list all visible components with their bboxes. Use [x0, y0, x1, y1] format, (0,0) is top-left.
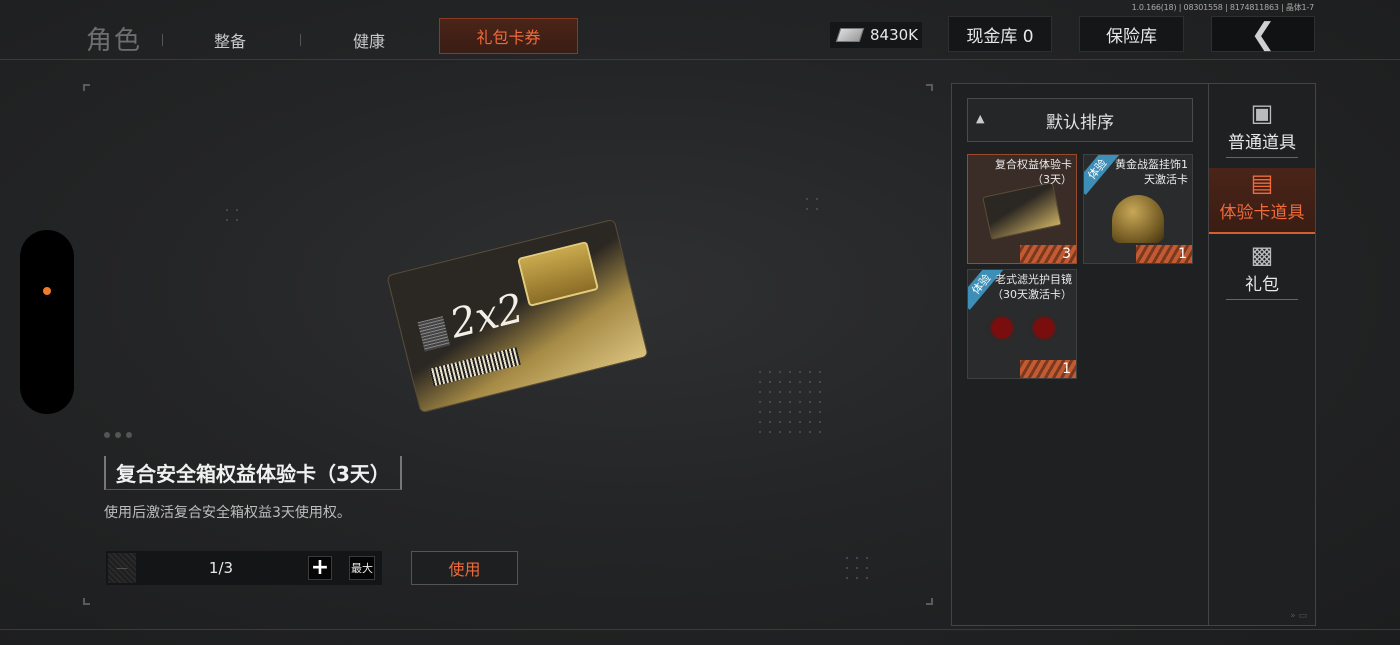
frame-corner — [83, 84, 90, 91]
side-slider[interactable] — [20, 230, 74, 414]
slider-indicator — [43, 287, 51, 295]
card-barcode — [429, 347, 521, 387]
inventory-item[interactable]: 体验 黄金战盔挂饰1 天激活卡 1 — [1083, 154, 1193, 264]
decor-dots — [802, 194, 824, 216]
use-button[interactable]: 使用 — [411, 551, 518, 585]
max-button[interactable]: 最大 — [349, 556, 375, 580]
item-description: 使用后激活复合安全箱权益3天使用权。 — [104, 505, 351, 521]
frame-corner — [926, 84, 933, 91]
item-name: 复合权益体验卡 （3天） — [995, 158, 1072, 186]
item-title: 复合安全箱权益体验卡（3天） — [104, 456, 402, 490]
card-icon: ▤ — [1250, 169, 1274, 197]
caret-up-icon: ▲ — [976, 112, 985, 125]
bottom-divider — [0, 629, 1400, 630]
gift-icon: ▩ — [1250, 241, 1274, 269]
tab-equipment[interactable]: 整备 — [214, 28, 246, 52]
card-qr — [417, 316, 451, 352]
tab-separator — [162, 34, 163, 46]
card-box-art — [517, 240, 600, 307]
item-count: 1 — [1020, 360, 1076, 378]
cash-vault-button[interactable]: 现金库 0 — [948, 16, 1052, 52]
category-label: 体验卡道具 — [1219, 203, 1305, 223]
currency-display: 8430K — [830, 22, 922, 48]
category-label: 礼包 — [1245, 275, 1279, 295]
item-thumbnail — [982, 181, 1062, 241]
frame-corner — [926, 598, 933, 605]
cash-icon — [835, 28, 865, 42]
item-name: 黄金战盔挂饰1 天激活卡 — [1115, 158, 1188, 186]
inventory-item[interactable]: 体验 老式滤光护目镜 （30天激活卡） 1 — [967, 269, 1077, 379]
minus-button[interactable]: — — [108, 553, 136, 583]
top-bar: 角色 整备 健康 礼包卡券 8430K 现金库 0 保险库 ❮ — [0, 10, 1400, 60]
tab-separator — [300, 34, 301, 46]
scroll-hint-icon: » ▭ — [1290, 611, 1307, 621]
category-trial-card-items[interactable]: ▤ 体验卡道具 — [1209, 168, 1315, 234]
tab-health[interactable]: 健康 — [353, 28, 385, 52]
quantity-value: 1/3 — [208, 559, 234, 577]
decor-dots — [755, 367, 825, 437]
sort-dropdown[interactable]: ▲ 默认排序 — [967, 98, 1193, 142]
chevron-left-icon: ❮ — [1250, 16, 1276, 52]
category-label: 普通道具 — [1228, 133, 1296, 153]
card-signature: 2x2 — [445, 285, 529, 348]
item-thumbnail — [1112, 195, 1164, 243]
item-count: 1 — [1136, 245, 1192, 263]
category-sidebar: ▣ 普通道具 ▤ 体验卡道具 ▩ 礼包 » ▭ — [1209, 83, 1316, 626]
frame-corner — [83, 598, 90, 605]
plus-button[interactable]: + — [308, 556, 332, 580]
safe-box-button[interactable]: 保险库 — [1079, 16, 1184, 52]
pager-dots — [104, 432, 132, 438]
item-thumbnail — [986, 314, 1060, 342]
item-count: 3 — [1020, 245, 1076, 263]
quantity-stepper: — 1/3 + 最大 — [106, 551, 382, 585]
chest-icon: ▣ — [1250, 99, 1274, 127]
category-gift[interactable]: ▩ 礼包 — [1209, 240, 1315, 310]
back-button[interactable]: ❮ — [1211, 16, 1315, 52]
item-name: 老式滤光护目镜 （30天激活卡） — [992, 273, 1072, 301]
tab-gift-coupons[interactable]: 礼包卡券 — [439, 18, 578, 54]
tab-role[interactable]: 角色 — [86, 20, 142, 57]
inventory-item[interactable]: 复合权益体验卡 （3天） 3 — [967, 154, 1077, 264]
decor-dots — [842, 553, 872, 583]
currency-amount: 8430K — [870, 26, 919, 44]
category-common-items[interactable]: ▣ 普通道具 — [1209, 98, 1315, 164]
decor-dots — [222, 205, 244, 227]
sort-label: 默认排序 — [1046, 112, 1114, 133]
